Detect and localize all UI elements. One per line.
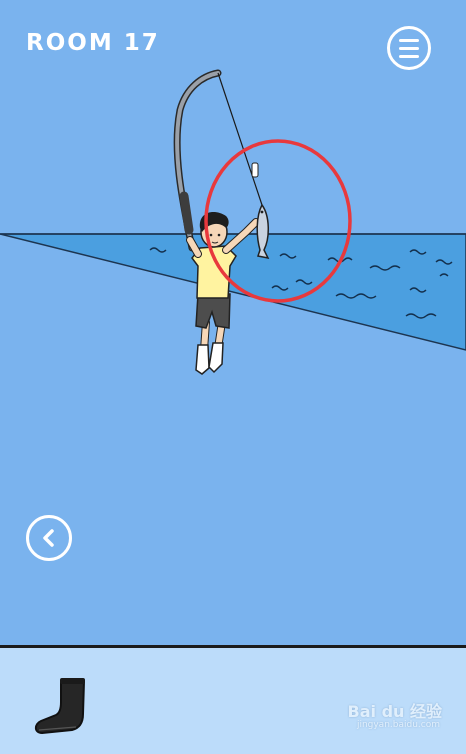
black-boot-icon <box>34 678 85 734</box>
chevron-left-icon <box>43 529 54 547</box>
watermark-logo: Bai du 经验 <box>347 702 442 721</box>
room-title: ROOM 17 <box>26 30 160 56</box>
menu-button[interactable] <box>387 26 431 70</box>
inventory-bar: Bai du 经验 jingyan.baidu.com <box>0 648 466 754</box>
watermark: Bai du 经验 jingyan.baidu.com <box>332 698 442 734</box>
back-button[interactable] <box>26 515 72 561</box>
scene-artwork <box>0 69 466 375</box>
game-scene[interactable]: ROOM 17 <box>0 0 466 646</box>
sea[interactable] <box>0 233 466 351</box>
inventory-slot-boot[interactable] <box>12 658 100 746</box>
watermark-url: jingyan.baidu.com <box>356 720 440 730</box>
hamburger-menu-icon <box>399 38 419 42</box>
